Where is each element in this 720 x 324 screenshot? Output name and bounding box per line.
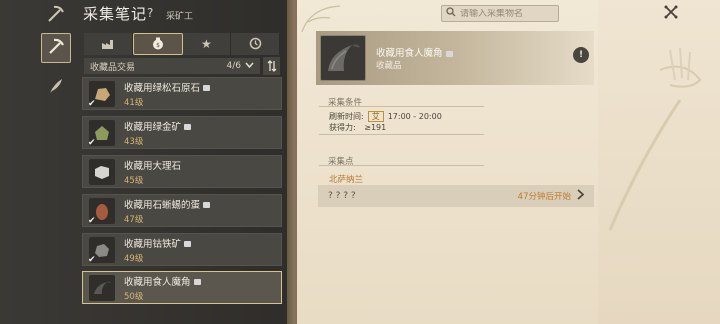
- spawn-timer: 47分钟后开始: [517, 192, 571, 202]
- detail-item-name: 收藏用食人魔角: [376, 45, 453, 59]
- money-bag-icon: $: [151, 35, 165, 54]
- check-icon: ✔: [88, 98, 96, 109]
- background-sketch-icon: [608, 47, 702, 231]
- chevron-down-icon: [245, 61, 254, 71]
- power-label: 获得力:: [329, 123, 356, 132]
- item-name: 收藏用绿松石原石: [124, 80, 211, 94]
- check-icon: ✔: [88, 215, 96, 226]
- pickaxe-icon[interactable]: [46, 4, 66, 24]
- refresh-time: 17:00 - 20:00: [387, 112, 442, 121]
- divider: [319, 106, 484, 107]
- tab-timed[interactable]: [231, 33, 280, 55]
- refresh-label: 刷新时间:: [329, 112, 364, 121]
- turquoise-ore-icon: ✔: [88, 80, 115, 109]
- filter-dropdown[interactable]: 收藏品交易 4/6: [84, 58, 260, 74]
- collectable-badge-icon: [193, 279, 201, 285]
- list-item[interactable]: ✔ 收藏用绿金矿 43级: [82, 116, 282, 149]
- collectable-badge-icon: [203, 85, 211, 91]
- point-name: ? ? ? ?: [328, 191, 356, 201]
- item-level: 45级: [124, 175, 144, 186]
- list-item[interactable]: 收藏用食人魔角 50级: [82, 271, 282, 304]
- item-level: 43级: [124, 136, 144, 147]
- power-value: ≥191: [364, 123, 387, 132]
- location-name: 北萨纳兰: [329, 175, 364, 185]
- filter-count: 4/6: [226, 61, 241, 71]
- help-button[interactable]: ?: [147, 6, 153, 20]
- job-label: 采矿工: [166, 12, 194, 22]
- item-level: 47级: [124, 214, 144, 225]
- svg-text:$: $: [156, 42, 160, 49]
- category-tabs: $ ★: [84, 33, 280, 55]
- collectable-badge-icon: [203, 202, 211, 208]
- chevron-right-icon: [577, 189, 585, 203]
- top-bar: 采集笔记 ? 采矿工: [0, 0, 300, 28]
- info-button[interactable]: !: [573, 47, 589, 63]
- gathering-power-row: 获得力: ≥191: [329, 122, 386, 133]
- factory-icon: [101, 35, 115, 54]
- clock-icon: [249, 35, 262, 54]
- close-icon: [663, 4, 679, 24]
- search-icon: [446, 7, 456, 20]
- pickaxe-icon: [46, 36, 66, 60]
- green-gold-ore-icon: ✔: [88, 119, 115, 148]
- marble-icon: [89, 158, 115, 185]
- sidebar-item-botany[interactable]: [41, 73, 71, 103]
- check-icon: ✔: [88, 254, 96, 265]
- search-input[interactable]: [460, 8, 556, 19]
- item-name: 收藏用钴铁矿: [124, 236, 192, 250]
- detail-item-type: 收藏品: [376, 61, 402, 71]
- divider: [319, 134, 484, 135]
- item-name: 收藏用食人魔角: [124, 274, 201, 288]
- check-icon: ✔: [88, 137, 96, 148]
- star-icon: ★: [200, 37, 212, 51]
- collectable-badge-icon: [445, 50, 453, 57]
- item-level: 41级: [124, 97, 144, 108]
- sidebar-item-mining[interactable]: [41, 33, 71, 63]
- item-name: 收藏用绿金矿: [124, 119, 192, 133]
- tab-factory[interactable]: [84, 33, 133, 55]
- refresh-tag: 艾: [367, 111, 384, 122]
- refresh-time-row: 刷新时间: 艾 17:00 - 20:00: [329, 111, 442, 122]
- sort-icon: [267, 57, 277, 76]
- list-item[interactable]: ✔ 收藏用钴铁矿 49级: [82, 233, 282, 266]
- tab-collectables[interactable]: $: [132, 33, 183, 55]
- item-level: 49级: [124, 253, 144, 264]
- lizard-egg-icon: ✔: [88, 197, 115, 226]
- divider: [319, 165, 484, 166]
- collectable-badge-icon: [184, 241, 192, 247]
- search-field[interactable]: [441, 5, 559, 22]
- close-button[interactable]: [662, 5, 680, 23]
- filter-label: 收藏品交易: [90, 62, 136, 73]
- item-level: 50级: [124, 291, 144, 302]
- cobalt-ore-icon: ✔: [88, 236, 115, 265]
- list-item[interactable]: 收藏用大理石 45级: [82, 155, 282, 188]
- page-title: 采集笔记: [83, 5, 148, 23]
- collectable-badge-icon: [184, 124, 192, 130]
- list-item[interactable]: ✔ 收藏用石蜥蜴的蛋 47级: [82, 194, 282, 227]
- item-name: 收藏用大理石: [124, 160, 182, 172]
- ogre-horn-icon: [89, 274, 115, 301]
- sort-button[interactable]: [263, 57, 280, 75]
- list-item[interactable]: ✔ 收藏用绿松石原石 41级: [82, 77, 282, 110]
- gathering-point-row[interactable]: ? ? ? ? 47分钟后开始: [318, 185, 594, 207]
- tab-favorites[interactable]: ★: [182, 33, 232, 55]
- feather-icon: [46, 76, 66, 100]
- ogre-horn-icon: [320, 35, 366, 81]
- item-name: 收藏用石蜥蜴的蛋: [124, 197, 211, 211]
